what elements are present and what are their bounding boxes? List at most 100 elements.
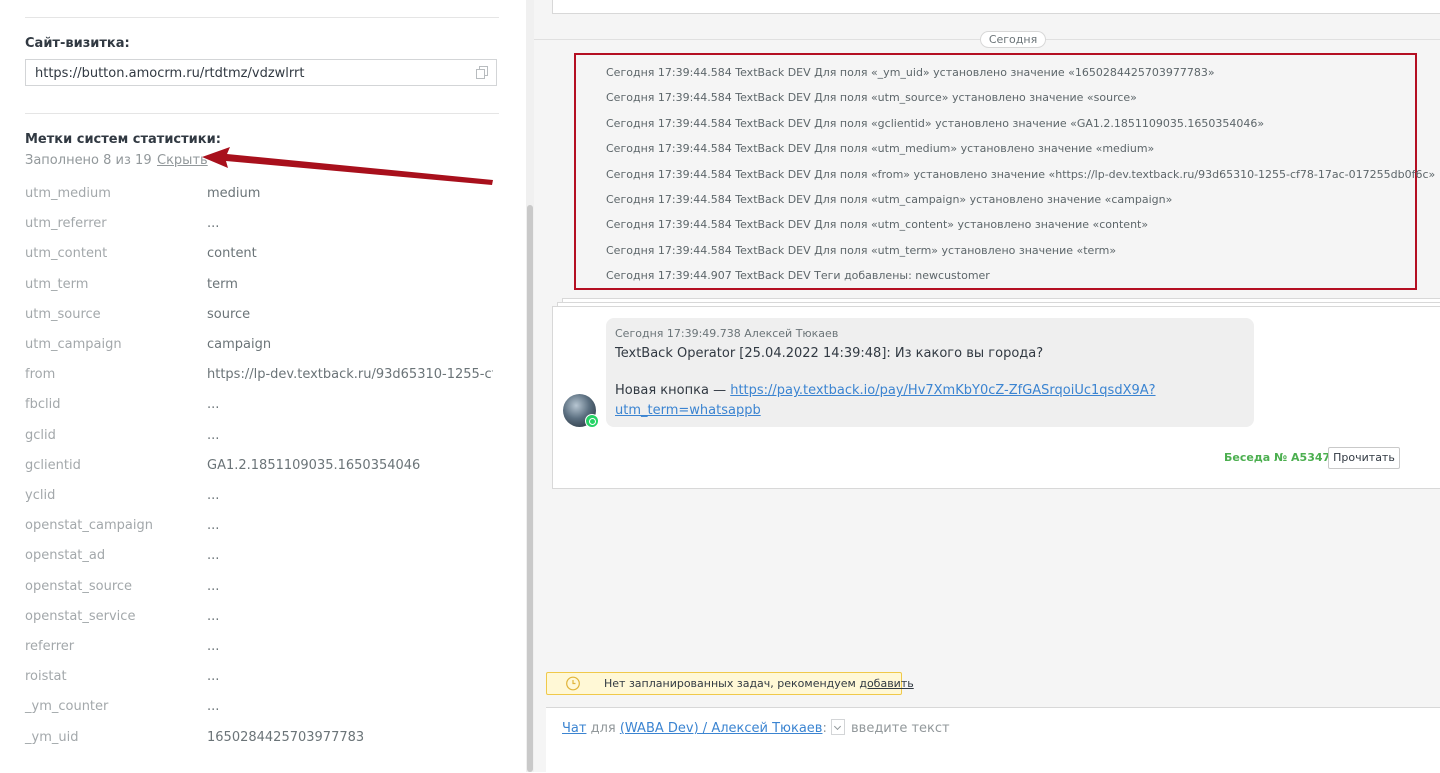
- message-text: TextBack Operator [25.04.2022 14:39:48]:…: [615, 346, 1044, 361]
- utm-value[interactable]: campaign: [207, 337, 493, 352]
- utm-key: referrer: [25, 639, 75, 654]
- utm-row-referrer: referrer...: [25, 639, 495, 659]
- utm-key: fbclid: [25, 397, 61, 413]
- event-line: Сегодня 17:39:44.584 TextBack DEV Для по…: [606, 91, 1137, 105]
- filled-counter: Заполнено 8 из 19: [25, 153, 152, 168]
- utm-row-utm-referrer: utm_referrer...: [25, 216, 495, 236]
- event-line: Сегодня 17:39:44.584 TextBack DEV Для по…: [606, 243, 1117, 257]
- recipient-link[interactable]: (WABA Dev) / Алексей Тюкаев: [620, 721, 823, 736]
- utm-key: utm_campaign: [25, 337, 122, 352]
- date-divider-pill: Сегодня: [980, 31, 1046, 48]
- event-line: Сегодня 17:39:44.584 TextBack DEV Для по…: [606, 142, 1155, 156]
- utm-row-gclientid: gclientid GA1.2.1851109035.1650354046: [25, 458, 495, 478]
- utm-value[interactable]: ...: [207, 397, 493, 412]
- utm-value[interactable]: term: [207, 277, 493, 292]
- for-label: для: [586, 721, 620, 736]
- utm-value[interactable]: ...: [207, 488, 493, 503]
- no-tasks-message: Нет запланированных задач, рекомендуем: [604, 677, 860, 690]
- utm-row-utm-content: utm_content content: [25, 246, 495, 266]
- message-card: Сегодня 17:39:49.738 Алексей Тюкаев Text…: [552, 306, 1440, 489]
- utm-key: yclid: [25, 488, 56, 503]
- event-line: Сегодня 17:39:44.584 TextBack DEV Для по…: [606, 193, 1173, 206]
- utm-row-ym-uid: _ym_uid 1650284425703977783: [25, 730, 495, 750]
- payment-link-continued[interactable]: utm_term=whatsappb: [615, 403, 761, 418]
- divider: [25, 17, 499, 18]
- utm-row-utm-medium: utm_medium medium: [25, 186, 495, 206]
- read-button[interactable]: Прочитать: [1328, 447, 1400, 469]
- utm-row-yclid: yclid...: [25, 488, 495, 508]
- utm-key: _ym_counter: [25, 699, 109, 715]
- card-field-label: Сайт-визитка:: [25, 36, 130, 51]
- utm-value[interactable]: ...: [207, 428, 493, 443]
- message-input[interactable]: [851, 721, 1151, 736]
- utm-key: openstat_campaign: [25, 518, 153, 534]
- chevron-down-icon[interactable]: [830, 719, 845, 735]
- event-line: Сегодня 17:39:44.584 TextBack DEV Для по…: [606, 218, 1149, 232]
- events-highlight-box: Сегодня 17:39:44.584 TextBack DEV Для по…: [574, 53, 1435, 290]
- utm-value[interactable]: source: [207, 307, 493, 322]
- card-url-value: https://button.amocrm.ru/rtdtmz/vdzwlrrt: [35, 66, 305, 81]
- no-tasks-text: Нет запланированных задач, рекомендуем д…: [604, 677, 914, 690]
- utm-value[interactable]: ...: [207, 609, 493, 624]
- utm-key: _ym_uid: [25, 729, 79, 745]
- utm-key: openstat_ad: [25, 548, 106, 564]
- utm-row-ym-counter: _ym_counter...: [25, 699, 495, 719]
- copy-icon[interactable]: [476, 66, 488, 79]
- utm-value[interactable]: 1650284425703977783: [207, 730, 493, 745]
- utm-value[interactable]: ...: [207, 639, 493, 654]
- composer-line: Чат для (WABA Dev) / Алексей Тюкаев:: [562, 719, 1151, 736]
- utm-key: utm_content: [25, 246, 108, 262]
- utm-value[interactable]: ...: [207, 216, 493, 231]
- utm-row-from: from https://lp-dev.textback.ru/93d65310-…: [25, 367, 495, 387]
- utm-key: gclid: [25, 427, 56, 443]
- utm-key: utm_medium: [25, 186, 111, 201]
- event-line: Сегодня 17:39:44.907 TextBack DEV Теги д…: [606, 269, 990, 283]
- utm-row-openstat-service: openstat_service...: [25, 609, 495, 629]
- utm-value[interactable]: ...: [207, 518, 493, 533]
- lead-fields-panel: Сайт-визитка: https://button.amocrm.ru/r…: [0, 0, 526, 772]
- message-bubble: Сегодня 17:39:49.738 Алексей Тюкаев Text…: [606, 318, 1254, 427]
- utm-value[interactable]: ...: [207, 579, 493, 594]
- scrollbar-thumb[interactable]: [527, 205, 533, 772]
- stats-section-title: Метки систем статистики:: [25, 132, 221, 147]
- utm-row-utm-source: utm_source source: [25, 307, 495, 327]
- message-button-line: Новая кнопка — https://pay.textback.io/p…: [615, 383, 1156, 398]
- utm-row-openstat-ad: openstat_ad...: [25, 548, 495, 568]
- add-task-link[interactable]: добавить: [859, 677, 913, 690]
- message-meta: Сегодня 17:39:49.738 Алексей Тюкаев: [615, 327, 839, 340]
- utm-row-fbclid: fbclid...: [25, 397, 495, 417]
- utm-row-utm-campaign: utm_campaign campaign: [25, 337, 495, 357]
- utm-value[interactable]: ...: [207, 699, 493, 714]
- previous-card: [552, 0, 1440, 14]
- utm-key: openstat_service: [25, 608, 136, 624]
- utm-value[interactable]: GA1.2.1851109035.1650354046: [207, 458, 493, 473]
- event-line: Сегодня 17:39:44.584 TextBack DEV Для по…: [606, 66, 1215, 79]
- utm-value[interactable]: ...: [207, 548, 493, 563]
- utm-row-gclid: gclid...: [25, 428, 495, 448]
- payment-link[interactable]: https://pay.textback.io/pay/Hv7XmKbY0cZ-…: [730, 383, 1155, 398]
- divider: [25, 113, 499, 114]
- chat-type-link[interactable]: Чат: [562, 721, 586, 736]
- feed-panel: Сегодня Сегодня 17:39:44.584 TextBack DE…: [534, 0, 1440, 773]
- utm-row-roistat: roistat...: [25, 669, 495, 689]
- clock-icon: [566, 676, 580, 691]
- utm-key: roistat: [25, 669, 67, 685]
- utm-value[interactable]: content: [207, 246, 493, 261]
- no-tasks-bar: Нет запланированных задач, рекомендуем д…: [546, 672, 914, 695]
- utm-key: from: [25, 367, 56, 383]
- utm-value[interactable]: ...: [207, 669, 493, 684]
- red-arrow-annotation: [202, 147, 493, 185]
- utm-value[interactable]: https://lp-dev.textback.ru/93d65310-1255…: [207, 367, 493, 382]
- message-button-prefix: Новая кнопка —: [615, 383, 731, 398]
- utm-value[interactable]: medium: [207, 186, 493, 201]
- colon: :: [822, 721, 827, 736]
- utm-key: gclientid: [25, 457, 81, 473]
- card-url-field[interactable]: https://button.amocrm.ru/rtdtmz/vdzwlrrt: [25, 59, 497, 86]
- utm-key: openstat_source: [25, 578, 133, 594]
- conversation-number[interactable]: Беседа № A53474: [1224, 451, 1338, 464]
- utm-key: utm_referrer: [25, 216, 107, 232]
- utm-key: utm_term: [25, 276, 89, 292]
- event-line: Сегодня 17:39:44.584 TextBack DEV Для по…: [606, 167, 1436, 181]
- utm-row-openstat-campaign: openstat_campaign...: [25, 518, 495, 538]
- message-composer: Чат для (WABA Dev) / Алексей Тюкаев:: [546, 707, 1440, 773]
